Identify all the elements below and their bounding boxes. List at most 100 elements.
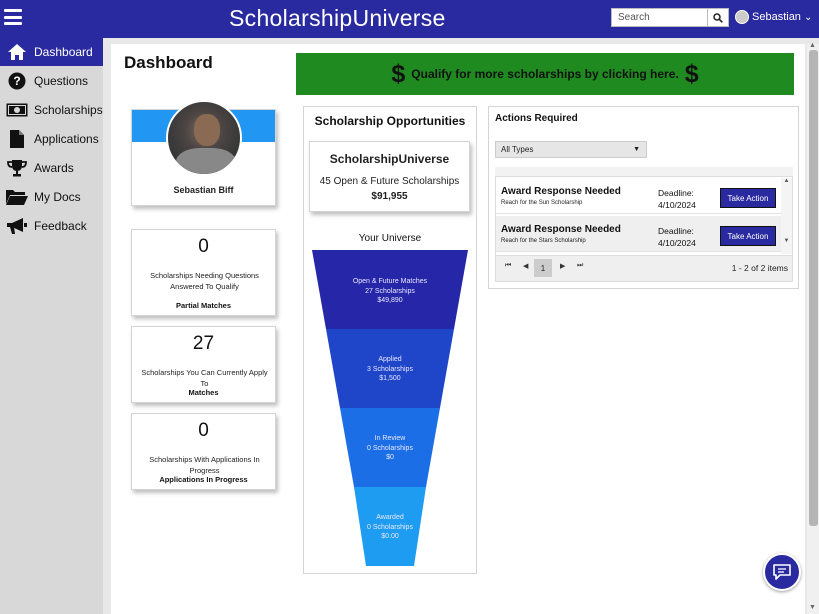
app-title: ScholarshipUniverse — [229, 5, 446, 31]
applications-in-progress-link[interactable]: Applications In Progress — [132, 475, 275, 484]
scroll-down-icon[interactable]: ▼ — [809, 604, 816, 611]
funnel-count: 27 Scholarships — [365, 287, 415, 295]
page-title: Dashboard — [124, 53, 213, 72]
summary-count: 45 Open & Future Scholarships — [319, 176, 460, 187]
first-page-icon[interactable]: ⏮ — [505, 262, 511, 270]
table-row[interactable]: Award Response Needed Reach for the Sun … — [496, 178, 781, 214]
matches-card[interactable]: 27 Scholarships You Can Currently Apply … — [131, 326, 276, 403]
qualify-banner-text: Qualify for more scholarships by clickin… — [411, 67, 679, 81]
qualify-banner[interactable]: $ Qualify for more scholarships by click… — [296, 53, 794, 95]
dollar-icon: $ — [684, 59, 699, 88]
row-deadline: Deadline: 4/10/2024 — [658, 225, 696, 249]
take-action-button[interactable]: Take Action — [720, 188, 776, 208]
sidebar-item-applications[interactable]: Applications — [0, 125, 103, 153]
search-button[interactable] — [707, 8, 729, 27]
applications-in-progress-card[interactable]: 0 Scholarships With Applications In Prog… — [131, 413, 276, 490]
sidebar-item-my-docs[interactable]: My Docs — [0, 183, 103, 211]
stat-value: 0 — [198, 420, 209, 441]
search-icon — [713, 12, 723, 23]
scroll-up-icon[interactable]: ▲ — [809, 42, 816, 49]
actions-title: Actions Required — [495, 113, 578, 124]
dollar-icon: $ — [391, 59, 406, 88]
summary-card[interactable]: ScholarshipUniverse 45 Open & Future Sch… — [309, 141, 470, 212]
actions-grid-header — [495, 167, 793, 177]
funnel-label-matches: Open & Future Matches 27 Scholarships $4… — [312, 277, 468, 306]
universe-title: Your Universe — [358, 233, 422, 244]
top-bar: ScholarshipUniverse Search Sebastian ⌄ — [0, 0, 819, 38]
sidebar-item-scholarships[interactable]: Scholarships — [0, 96, 103, 124]
sidebar-item-awards[interactable]: Awards — [0, 154, 103, 182]
sidebar-item-questions[interactable]: ? Questions — [0, 67, 103, 95]
svg-text:?: ? — [13, 74, 20, 88]
home-icon — [0, 43, 34, 61]
stat-description: Scholarships With Applications In Progre… — [149, 455, 260, 475]
funnel-name: Applied — [378, 356, 402, 363]
funnel-name: Awarded — [376, 514, 404, 521]
page-scrollbar-thumb[interactable] — [809, 50, 818, 526]
money-icon — [0, 103, 34, 117]
table-row[interactable]: Award Response Needed Reach for the Star… — [496, 216, 781, 252]
profile-photo — [166, 100, 242, 176]
funnel-amount: $49,890 — [377, 297, 403, 304]
sidebar-item-label: Awards — [34, 161, 74, 175]
funnel-amount: $1,500 — [379, 375, 401, 382]
stat-value: 0 — [198, 236, 209, 257]
funnel-amount: $0 — [386, 454, 394, 461]
profile-card[interactable]: Sebastian Biff — [131, 100, 276, 206]
matches-link[interactable]: Matches — [132, 388, 275, 397]
row-subtitle: Reach for the Stars Scholarship — [501, 238, 586, 244]
scroll-down-icon[interactable]: ▼ — [781, 238, 792, 244]
chat-button[interactable] — [763, 553, 801, 591]
sidebar-item-dashboard[interactable]: Dashboard — [0, 38, 103, 66]
last-page-icon[interactable]: ⏭ — [577, 262, 583, 270]
question-icon: ? — [0, 72, 34, 90]
next-page-icon[interactable]: ▶ — [560, 262, 565, 270]
type-filter-select[interactable]: All Types ▼ — [495, 141, 647, 158]
funnel-label-applied: Applied 3 Scholarships $1,500 — [312, 355, 468, 384]
megaphone-icon — [0, 217, 34, 235]
sidebar-item-label: Dashboard — [34, 45, 93, 59]
funnel-label-awarded: Awarded 0 Scholarships $0.00 — [312, 513, 468, 542]
scroll-up-icon[interactable]: ▲ — [781, 178, 792, 184]
menu-icon[interactable] — [4, 9, 22, 25]
sidebar-item-label: Questions — [34, 74, 89, 88]
partial-matches-card[interactable]: 0 Scholarships Needing Questions Answere… — [131, 229, 276, 316]
sidebar-item-label: Scholarships — [34, 103, 103, 117]
sidebar-item-feedback[interactable]: Feedback — [0, 212, 103, 240]
summary-amount: $91,955 — [371, 191, 408, 202]
trophy-icon — [0, 159, 34, 177]
user-name: Sebastian — [752, 11, 801, 23]
partial-matches-link[interactable]: Partial Matches — [132, 301, 275, 310]
current-page-button[interactable]: 1 — [534, 259, 552, 277]
chat-icon — [773, 564, 791, 580]
stat-description: Scholarships Needing Questions Answered … — [150, 271, 259, 291]
type-filter-value: All Types — [501, 145, 534, 154]
folder-icon — [0, 189, 34, 205]
row-title: Award Response Needed — [501, 224, 621, 235]
funnel-name: In Review — [374, 435, 406, 442]
deadline-label: Deadline: — [658, 188, 694, 198]
deadline-label: Deadline: — [658, 226, 694, 236]
sidebar-item-label: Applications — [34, 132, 99, 146]
pager: ⏮ ◀ 1 ▶ ⏭ 1 - 2 of 2 items — [496, 255, 792, 281]
document-icon — [0, 130, 34, 148]
row-title: Award Response Needed — [501, 186, 621, 197]
opportunities-title: Scholarship Opportunities — [314, 114, 466, 128]
funnel-label-in-review: In Review 0 Scholarships $0 — [312, 434, 468, 463]
pager-info: 1 - 2 of 2 items — [731, 263, 788, 273]
stat-value: 27 — [192, 333, 215, 354]
row-subtitle: Reach for the Sun Scholarship — [501, 200, 583, 206]
user-avatar — [735, 10, 749, 24]
funnel-name: Open & Future Matches — [352, 278, 428, 285]
profile-name: Sebastian Biff — [173, 185, 234, 195]
grid-scrollbar[interactable]: ▲ ▼ — [781, 178, 792, 254]
summary-brand: ScholarshipUniverse — [329, 152, 450, 166]
funnel-count: 3 Scholarships — [367, 365, 413, 373]
search-input[interactable]: Search — [611, 8, 708, 27]
caret-down-icon: ▼ — [633, 146, 640, 153]
sidebar-item-label: My Docs — [34, 190, 81, 204]
prev-page-icon[interactable]: ◀ — [523, 262, 528, 270]
funnel-count: 0 Scholarships — [367, 523, 413, 531]
take-action-button[interactable]: Take Action — [720, 226, 776, 246]
user-menu[interactable]: Sebastian ⌄ — [735, 10, 812, 24]
